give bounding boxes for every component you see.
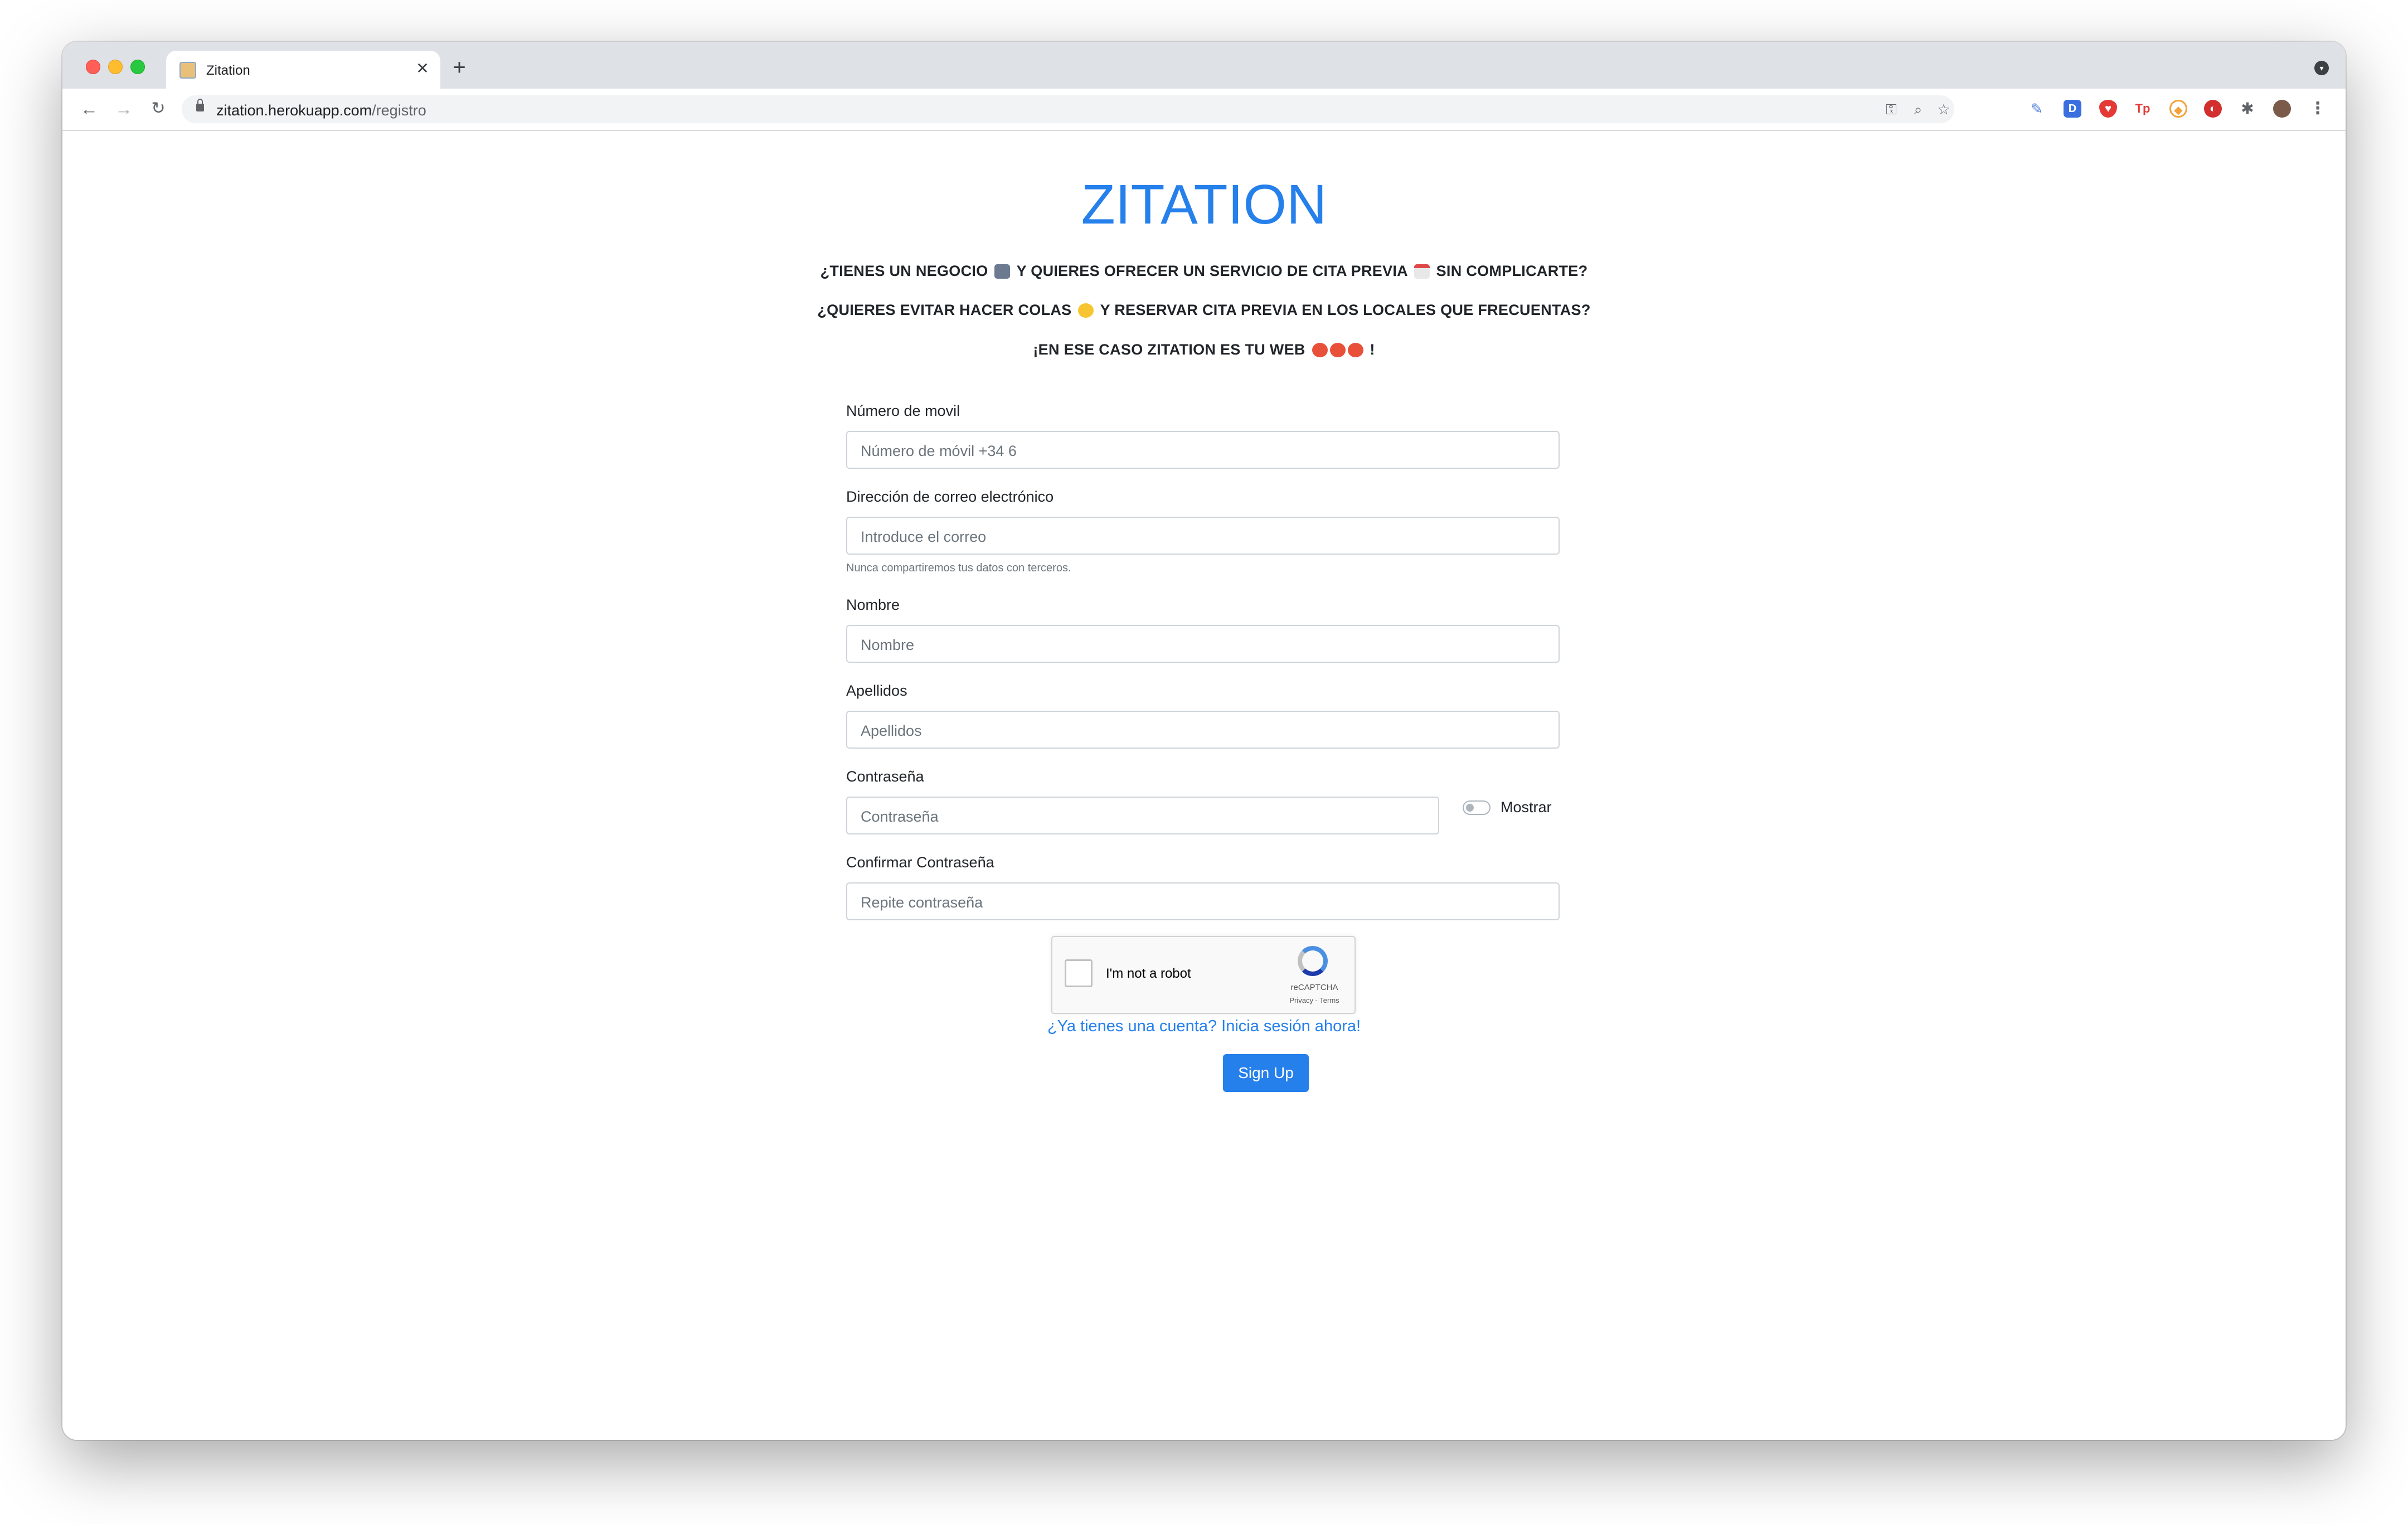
unamused-face-icon <box>1078 303 1094 318</box>
show-password-toggle[interactable] <box>1463 800 1491 815</box>
angry-face-icon <box>1347 343 1363 357</box>
site-logo[interactable]: ZITATION <box>62 177 2346 232</box>
tagline-1a: ¿TIENES UN NEGOCIO <box>820 263 988 279</box>
recaptcha-label: I'm not a robot <box>1106 966 1191 981</box>
tagline-2b: Y RESERVAR CITA PREVIA EN LOS LOCALES QU… <box>1100 302 1591 318</box>
key-icon[interactable]: ⚿ <box>1882 100 1901 119</box>
page-content: ZITATION ¿TIENES UN NEGOCIO Y QUIERES OF… <box>62 131 2346 1440</box>
recaptcha-widget: I'm not a robot reCAPTCHA Privacy - Term… <box>1051 936 1356 1014</box>
confirm-password-placeholder: Repite contraseña <box>861 894 983 911</box>
name-label: Nombre <box>846 596 900 613</box>
url-text: zitation.herokuapp.com/registro <box>216 102 426 119</box>
recaptcha-terms-link[interactable]: Privacy - Terms <box>1286 996 1342 1004</box>
sign-up-button[interactable]: Sign Up <box>1223 1054 1309 1092</box>
calendar-favicon-icon <box>179 62 196 79</box>
angry-face-icon <box>1312 343 1328 357</box>
confirm-password-label: Confirmar Contraseña <box>846 854 994 871</box>
honey-extension-icon[interactable]: ◆ <box>2169 100 2187 118</box>
office-building-icon <box>994 264 1011 279</box>
back-arrow-icon[interactable]: ← <box>78 98 100 120</box>
url-path: /registro <box>372 102 426 119</box>
tagline-2a: ¿QUIERES EVITAR HACER COLAS <box>817 302 1072 318</box>
tagline-1b: Y QUIERES OFRECER UN SERVICIO DE CITA PR… <box>1016 263 1407 279</box>
name-input[interactable]: Nombre <box>846 625 1560 663</box>
email-placeholder: Introduce el correo <box>861 528 987 545</box>
reload-icon[interactable]: ↻ <box>147 98 169 120</box>
tagline-3b: ! <box>1370 341 1375 358</box>
tagline-business: ¿TIENES UN NEGOCIO Y QUIERES OFRECER UN … <box>62 263 2346 280</box>
recaptcha-brand: reCAPTCHA <box>1290 983 1338 992</box>
browser-toolbar: ← → ↻ zitation.herokuapp.com/registro ⚿ … <box>62 89 2346 131</box>
password-input[interactable]: Contraseña <box>846 797 1439 834</box>
recaptcha-logo-icon <box>1298 946 1328 976</box>
zoom-icon[interactable]: ⌕ <box>1909 100 1928 119</box>
puzzle-extensions-icon[interactable]: ✱ <box>2239 100 2256 118</box>
shield-extension-icon[interactable]: ♥ <box>2099 100 2117 118</box>
confirm-password-input[interactable]: Repite contraseña <box>846 882 1560 920</box>
profile-avatar[interactable] <box>2273 100 2291 118</box>
login-link[interactable]: ¿Ya tienes una cuenta? Inicia sesión aho… <box>62 1017 2346 1036</box>
angry-face-icon <box>1329 343 1346 357</box>
tab-strip: Zitation ✕ + ▾ <box>62 42 2346 89</box>
opera-extension-icon[interactable]: ◐ <box>2204 100 2222 118</box>
recaptcha-checkbox[interactable] <box>1065 959 1093 987</box>
toggle-knob <box>1466 804 1474 812</box>
tagline-cta: ¡EN ESE CASO ZITATION ES TU WEB ! <box>62 341 2346 358</box>
minimize-window-button[interactable] <box>108 60 123 74</box>
tagline-customer: ¿QUIERES EVITAR HACER COLAS Y RESERVAR C… <box>62 302 2346 319</box>
close-tab-icon[interactable]: ✕ <box>414 60 431 77</box>
tab-zitation[interactable]: Zitation ✕ <box>166 51 440 89</box>
extension-tp-icon[interactable]: Tp <box>2134 100 2152 118</box>
url-host: zitation.herokuapp.com <box>216 102 372 119</box>
phone-input[interactable]: Número de móvil +34 6 <box>846 431 1560 469</box>
email-label: Dirección de correo electrónico <box>846 488 1054 505</box>
maximize-window-button[interactable] <box>130 60 145 74</box>
lock-icon <box>196 99 204 111</box>
email-input[interactable]: Introduce el correo <box>846 517 1560 555</box>
extension-d-icon[interactable]: D <box>2064 100 2081 118</box>
password-placeholder: Contraseña <box>861 808 939 825</box>
tagline-3a: ¡EN ESE CASO ZITATION ES TU WEB <box>1033 341 1305 358</box>
name-placeholder: Nombre <box>861 637 915 653</box>
address-bar[interactable]: zitation.herokuapp.com/registro ⚿ ⌕ ☆ <box>182 95 1954 123</box>
feather-extension-icon[interactable]: ✎ <box>2028 100 2046 118</box>
phone-label: Número de movil <box>846 402 960 419</box>
forward-arrow-icon[interactable]: → <box>113 98 135 120</box>
email-help-text: Nunca compartiremos tus datos con tercer… <box>846 562 1071 574</box>
surname-label: Apellidos <box>846 682 907 699</box>
close-window-button[interactable] <box>86 60 100 74</box>
password-label: Contraseña <box>846 768 924 785</box>
bookmark-star-icon[interactable]: ☆ <box>1934 100 1953 119</box>
calendar-icon <box>1414 264 1430 279</box>
tab-title: Zitation <box>206 63 250 78</box>
surname-input[interactable]: Apellidos <box>846 711 1560 749</box>
new-tab-button[interactable]: + <box>448 56 470 79</box>
menu-kebab-icon[interactable]: ⋮ <box>2309 100 2327 118</box>
browser-window: Zitation ✕ + ▾ ← → ↻ zitation.herokuapp.… <box>62 42 2346 1440</box>
surname-placeholder: Apellidos <box>861 722 922 739</box>
show-password-label[interactable]: Mostrar <box>1501 799 1552 816</box>
phone-placeholder: Número de móvil +34 6 <box>861 443 1017 459</box>
tab-search-icon[interactable]: ▾ <box>2314 61 2329 75</box>
tagline-1c: SIN COMPLICARTE? <box>1436 263 1588 279</box>
